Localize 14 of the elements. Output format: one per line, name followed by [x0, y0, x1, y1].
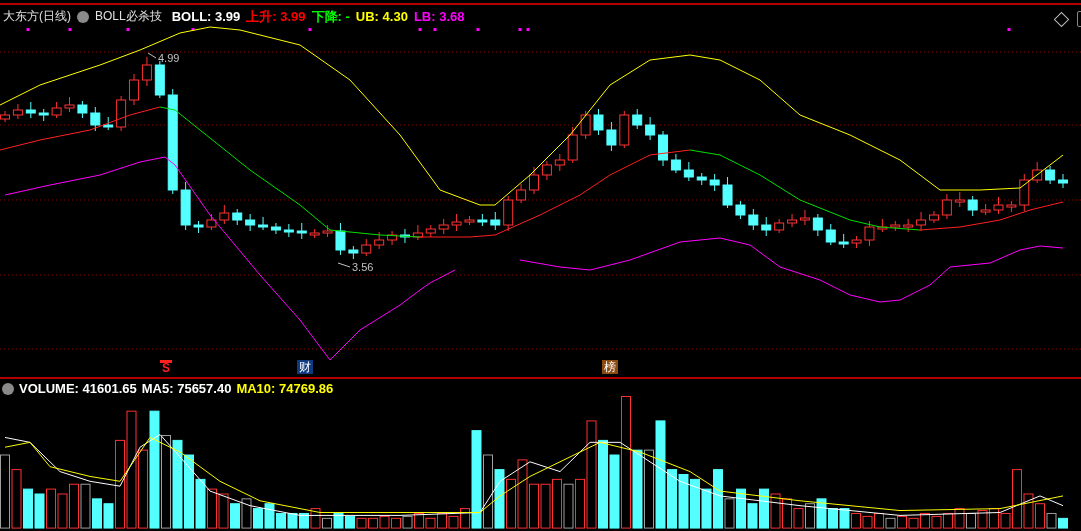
volume-reading: MA5: 75657.40: [141, 381, 232, 396]
indicator-reading: 上升: 3.99: [246, 9, 306, 24]
indicator-reading: BOLL: 3.99: [171, 9, 241, 24]
indicator-reading: LB: 3.68: [413, 9, 465, 24]
indicator-reading: UB: 4.30: [355, 9, 408, 24]
stock-title: 大东方(日线): [3, 8, 71, 25]
finance-marker[interactable]: 财: [297, 360, 313, 374]
ranking-marker[interactable]: 榜: [602, 360, 618, 374]
indicator-reading: 下降: -: [311, 9, 350, 24]
price-label: 3.56: [352, 261, 374, 273]
indicator-name[interactable]: BOLL必杀技: [95, 8, 162, 25]
volume-reading: MA10: 74769.86: [236, 381, 334, 396]
price-label: 4.99: [158, 52, 180, 64]
volume-reading: VOLUME: 41601.65: [19, 381, 137, 396]
